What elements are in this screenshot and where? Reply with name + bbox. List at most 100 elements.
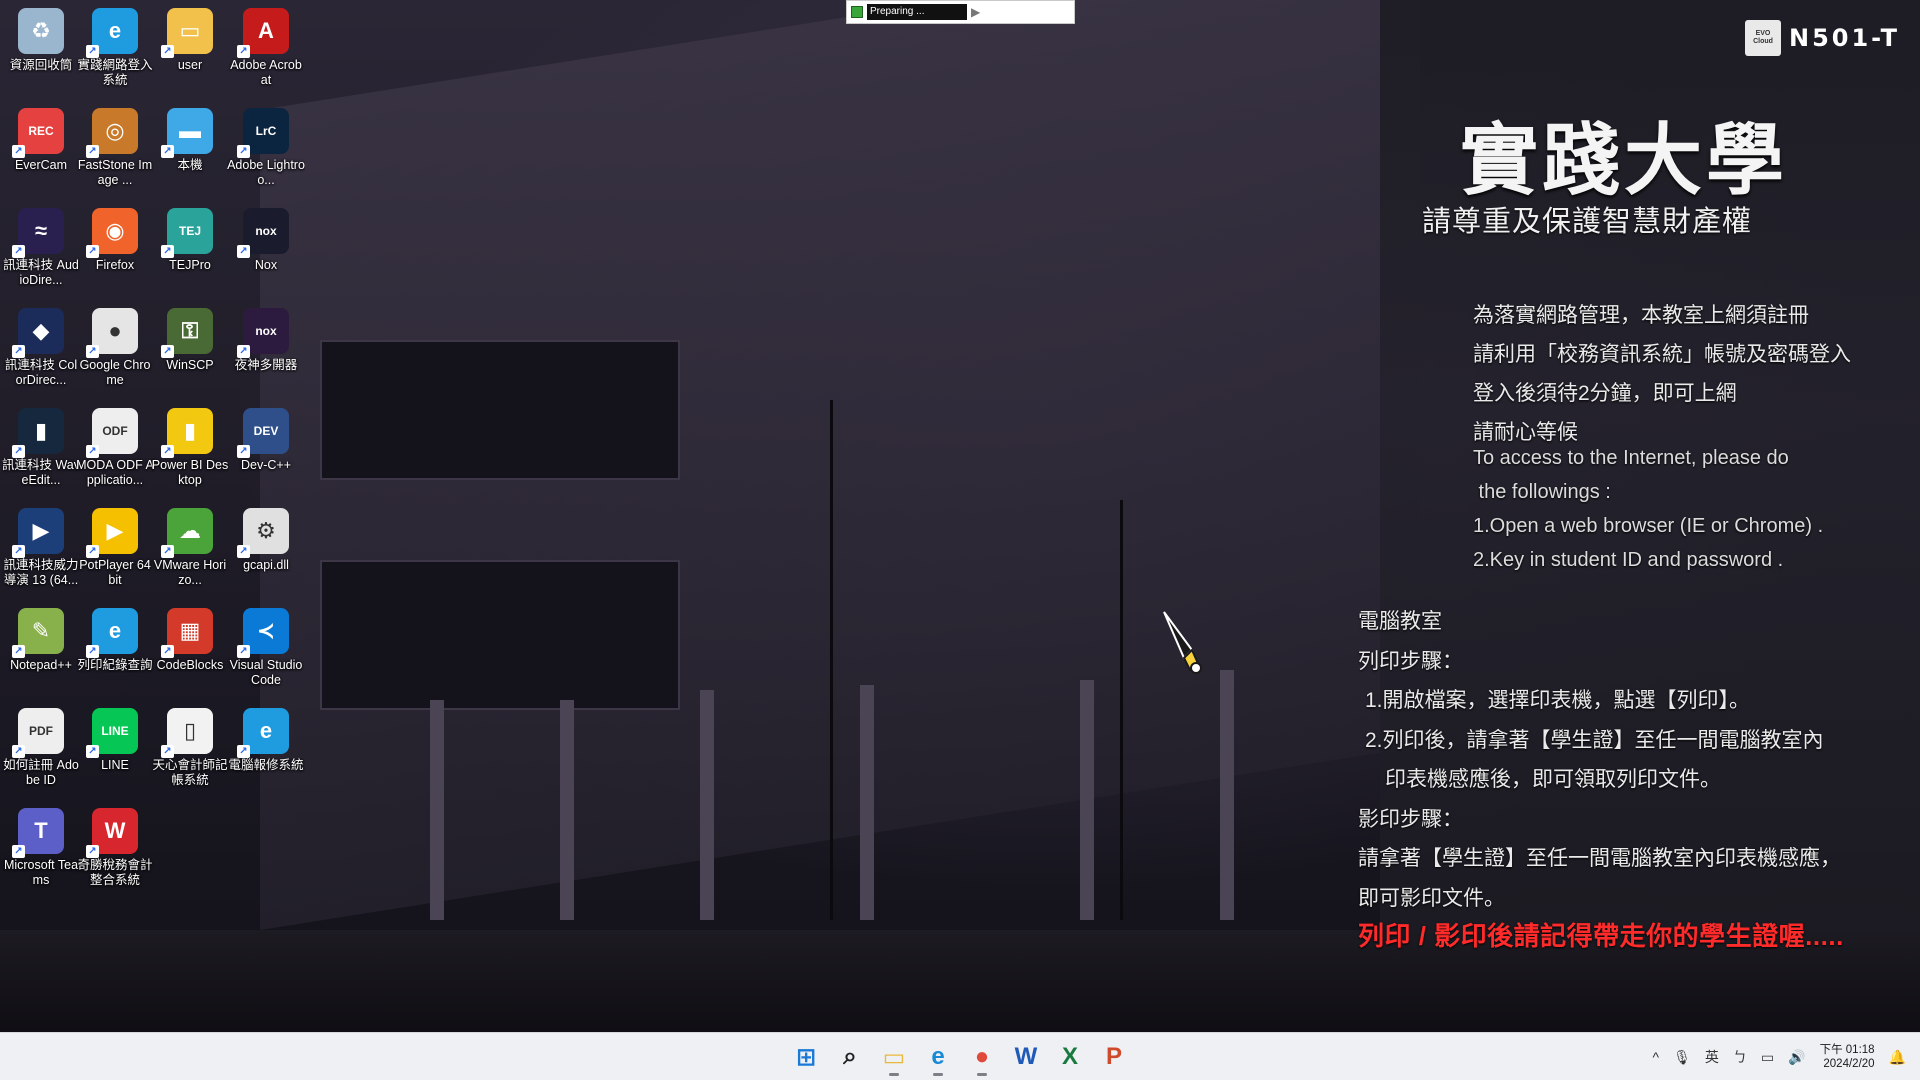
desktop-shortcut-label: 電腦報修系統 bbox=[228, 758, 304, 772]
powerpoint-taskbar-icon: P bbox=[1105, 1043, 1122, 1070]
shortcut-arrow-icon: ↗ bbox=[12, 545, 25, 558]
desktop-shortcut-label: 資源回收筒 bbox=[9, 58, 73, 72]
desktop-shortcut[interactable]: ▭ ↗ user bbox=[151, 2, 229, 98]
desktop-shortcut-label: Nox bbox=[254, 258, 278, 272]
file-explorer-button[interactable]: ▭ bbox=[874, 1037, 914, 1077]
desktop-shortcut[interactable]: ☁ ↗ VMware Horizo... bbox=[151, 502, 229, 598]
nox-icon: nox ↗ bbox=[237, 208, 289, 258]
shortcut-arrow-icon: ↗ bbox=[12, 745, 25, 758]
desktop-shortcut[interactable]: ▯ ↗ 天心會計師記帳系統 bbox=[151, 702, 229, 798]
print-steps-title: 列印步驟： bbox=[1358, 649, 1463, 673]
desktop-shortcut[interactable]: W ↗ 奇勝稅務會計整合系統 bbox=[76, 802, 154, 898]
desktop-shortcut[interactable]: ✎ ↗ Notepad++ bbox=[2, 602, 80, 698]
desktop-shortcut[interactable]: nox ↗ Nox bbox=[227, 202, 305, 298]
colordirector-icon: ◆ ↗ bbox=[12, 308, 64, 358]
ime-mode-indicator[interactable]: ㄅ bbox=[1733, 1047, 1747, 1067]
desktop-shortcut-label: 奇勝稅務會計整合系統 bbox=[77, 858, 153, 887]
tray-chevron-icon[interactable]: ^ bbox=[1653, 1049, 1660, 1065]
desktop-shortcut[interactable]: ◎ ↗ FastStone Image ... bbox=[76, 102, 154, 198]
desktop-shortcut[interactable]: ▶ ↗ PotPlayer 64 bit bbox=[76, 502, 154, 598]
desktop-shortcut[interactable]: LINE ↗ LINE bbox=[76, 702, 154, 798]
desktop-shortcut-label: WinSCP bbox=[166, 358, 214, 372]
shortcut-arrow-icon: ↗ bbox=[86, 45, 99, 58]
desktop-shortcut[interactable]: e ↗ 實踐網路登入系統 bbox=[76, 2, 154, 98]
desktop-shortcut[interactable]: e ↗ 列印紀錄查詢 bbox=[76, 602, 154, 698]
desktop-shortcut[interactable]: ▬ ↗ 本機 bbox=[151, 102, 229, 198]
edge-taskbar-icon: e bbox=[931, 1043, 945, 1070]
notification-bell-icon[interactable]: 🔔 bbox=[1889, 1049, 1906, 1066]
chrome-taskbar-icon: ● bbox=[974, 1043, 990, 1070]
desktop-shortcut[interactable]: ⚙ ↗ gcapi.dll bbox=[227, 502, 305, 598]
word-taskbar-button[interactable]: W bbox=[1006, 1037, 1046, 1077]
wallpaper-column bbox=[560, 700, 574, 920]
desktop-shortcut[interactable]: LrC ↗ Adobe Lightroo... bbox=[227, 102, 305, 198]
room-brand: EVO Cloud N501-T bbox=[1745, 20, 1900, 56]
microphone-icon[interactable]: 🎙 bbox=[1673, 1049, 1691, 1066]
user-folder-icon: ▭ ↗ bbox=[161, 8, 213, 58]
desktop-shortcut-label: Adobe Lightroo... bbox=[227, 158, 305, 187]
start-button[interactable]: ⊞ bbox=[786, 1037, 826, 1077]
desktop-shortcut[interactable]: ▦ ↗ CodeBlocks bbox=[151, 602, 229, 698]
shortcut-arrow-icon: ↗ bbox=[161, 645, 174, 658]
system-tray: ^ 🎙 英 ㄅ ▭ 🔊 下午 01:18 2024/2/20 🔔 bbox=[1653, 1033, 1906, 1080]
this-pc-icon: ▬ ↗ bbox=[161, 108, 213, 158]
desktop-shortcut[interactable]: ≺ ↗ Visual Studio Code bbox=[227, 602, 305, 698]
desktop-shortcut[interactable]: ▮ ↗ 訊連科技 WaveEdit... bbox=[2, 402, 80, 498]
desktop-shortcut[interactable]: ≈ ↗ 訊連科技 AudioDire... bbox=[2, 202, 80, 298]
excel-taskbar-button[interactable]: X bbox=[1050, 1037, 1090, 1077]
desktop-shortcut[interactable]: e ↗ 電腦報修系統 bbox=[227, 702, 305, 798]
desktop-shortcut-label: 夜神多開器 bbox=[234, 358, 298, 372]
shortcut-arrow-icon: ↗ bbox=[161, 545, 174, 558]
tejpro-icon: TEJ ↗ bbox=[161, 208, 213, 258]
student-id-warning: 列印 / 影印後請記得帶走你的學生證喔..... bbox=[1358, 921, 1844, 951]
edge-taskbar-button[interactable]: e bbox=[918, 1037, 958, 1077]
desktop-shortcut-label: 實踐網路登入系統 bbox=[77, 58, 153, 87]
network-icon[interactable]: ▭ bbox=[1761, 1049, 1774, 1066]
nox-multi-icon: nox ↗ bbox=[237, 308, 289, 358]
desktop-shortcut[interactable]: ODF ↗ MODA ODF Applicatio... bbox=[76, 402, 154, 498]
evercam-icon: REC ↗ bbox=[12, 108, 64, 158]
shortcut-arrow-icon: ↗ bbox=[86, 245, 99, 258]
shortcut-arrow-icon: ↗ bbox=[237, 245, 250, 258]
desktop-shortcut-label: FastStone Image ... bbox=[77, 158, 153, 187]
desktop-shortcut[interactable]: ▶ ↗ 訊連科技威力導演 13 (64... bbox=[2, 502, 80, 598]
wallpaper-window bbox=[320, 340, 680, 480]
shortcut-arrow-icon: ↗ bbox=[161, 745, 174, 758]
desktop-shortcut[interactable]: ◉ ↗ Firefox bbox=[76, 202, 154, 298]
ime-language-indicator[interactable]: 英 bbox=[1705, 1047, 1719, 1067]
taskbar-clock[interactable]: 下午 01:18 2024/2/20 bbox=[1820, 1043, 1875, 1071]
taskbar: ⊞ ⌕ ▭ e ● W X P ^ 🎙 英 ㄅ ▭ 🔊 下午 01:18 2024/2/20 … bbox=[0, 1032, 1920, 1080]
desktop-shortcut[interactable]: ⚿ ↗ WinSCP bbox=[151, 302, 229, 398]
desktop-shortcut[interactable]: ● ↗ Google Chrome bbox=[76, 302, 154, 398]
desktop-shortcut[interactable]: ◆ ↗ 訊連科技 ColorDirec... bbox=[2, 302, 80, 398]
wallpaper-column bbox=[700, 690, 714, 920]
desktop-shortcut-label: gcapi.dll bbox=[243, 558, 289, 572]
desktop-shortcut-label: Microsoft Teams bbox=[3, 858, 79, 887]
adobe-acrobat-icon: A ↗ bbox=[237, 8, 289, 58]
volume-icon[interactable]: 🔊 bbox=[1788, 1049, 1805, 1066]
shortcut-arrow-icon: ↗ bbox=[12, 345, 25, 358]
desktop-shortcut-label: 天心會計師記帳系統 bbox=[152, 758, 228, 787]
powerpoint-taskbar-button[interactable]: P bbox=[1094, 1037, 1134, 1077]
desktop-shortcut[interactable]: nox ↗ 夜神多開器 bbox=[227, 302, 305, 398]
desktop-shortcut[interactable]: PDF ↗ 如何註冊 Adobe ID bbox=[2, 702, 80, 798]
desktop-shortcut-label: 列印紀錄查詢 bbox=[77, 658, 153, 672]
shortcut-arrow-icon: ↗ bbox=[237, 745, 250, 758]
chrome-taskbar-button[interactable]: ● bbox=[962, 1037, 1002, 1077]
desktop-shortcut[interactable]: ♻ 資源回收筒 bbox=[2, 2, 80, 98]
desktop-shortcut-label: 本機 bbox=[177, 158, 203, 172]
desktop-shortcut[interactable]: DEV ↗ Dev-C++ bbox=[227, 402, 305, 498]
desktop-shortcut-label: Google Chrome bbox=[79, 358, 151, 387]
wallpaper-tree bbox=[1120, 500, 1123, 920]
powerdirector-icon: ▶ ↗ bbox=[12, 508, 64, 558]
search-button[interactable]: ⌕ bbox=[830, 1037, 870, 1077]
notice-en-line: To access to the Internet, please do bbox=[1473, 447, 1789, 469]
desktop-shortcut[interactable]: TEJ ↗ TEJPro bbox=[151, 202, 229, 298]
desktop-shortcut[interactable]: REC ↗ EverCam bbox=[2, 102, 80, 198]
firefox-icon: ◉ ↗ bbox=[86, 208, 138, 258]
desktop-shortcut[interactable]: A ↗ Adobe Acrobat bbox=[227, 2, 305, 98]
desktop-shortcut[interactable]: T ↗ Microsoft Teams bbox=[2, 802, 80, 898]
gcapi-dll-icon: ⚙ ↗ bbox=[237, 508, 289, 558]
desktop-shortcut[interactable]: ▮ ↗ Power BI Desktop bbox=[151, 402, 229, 498]
vscode-icon: ≺ ↗ bbox=[237, 608, 289, 658]
